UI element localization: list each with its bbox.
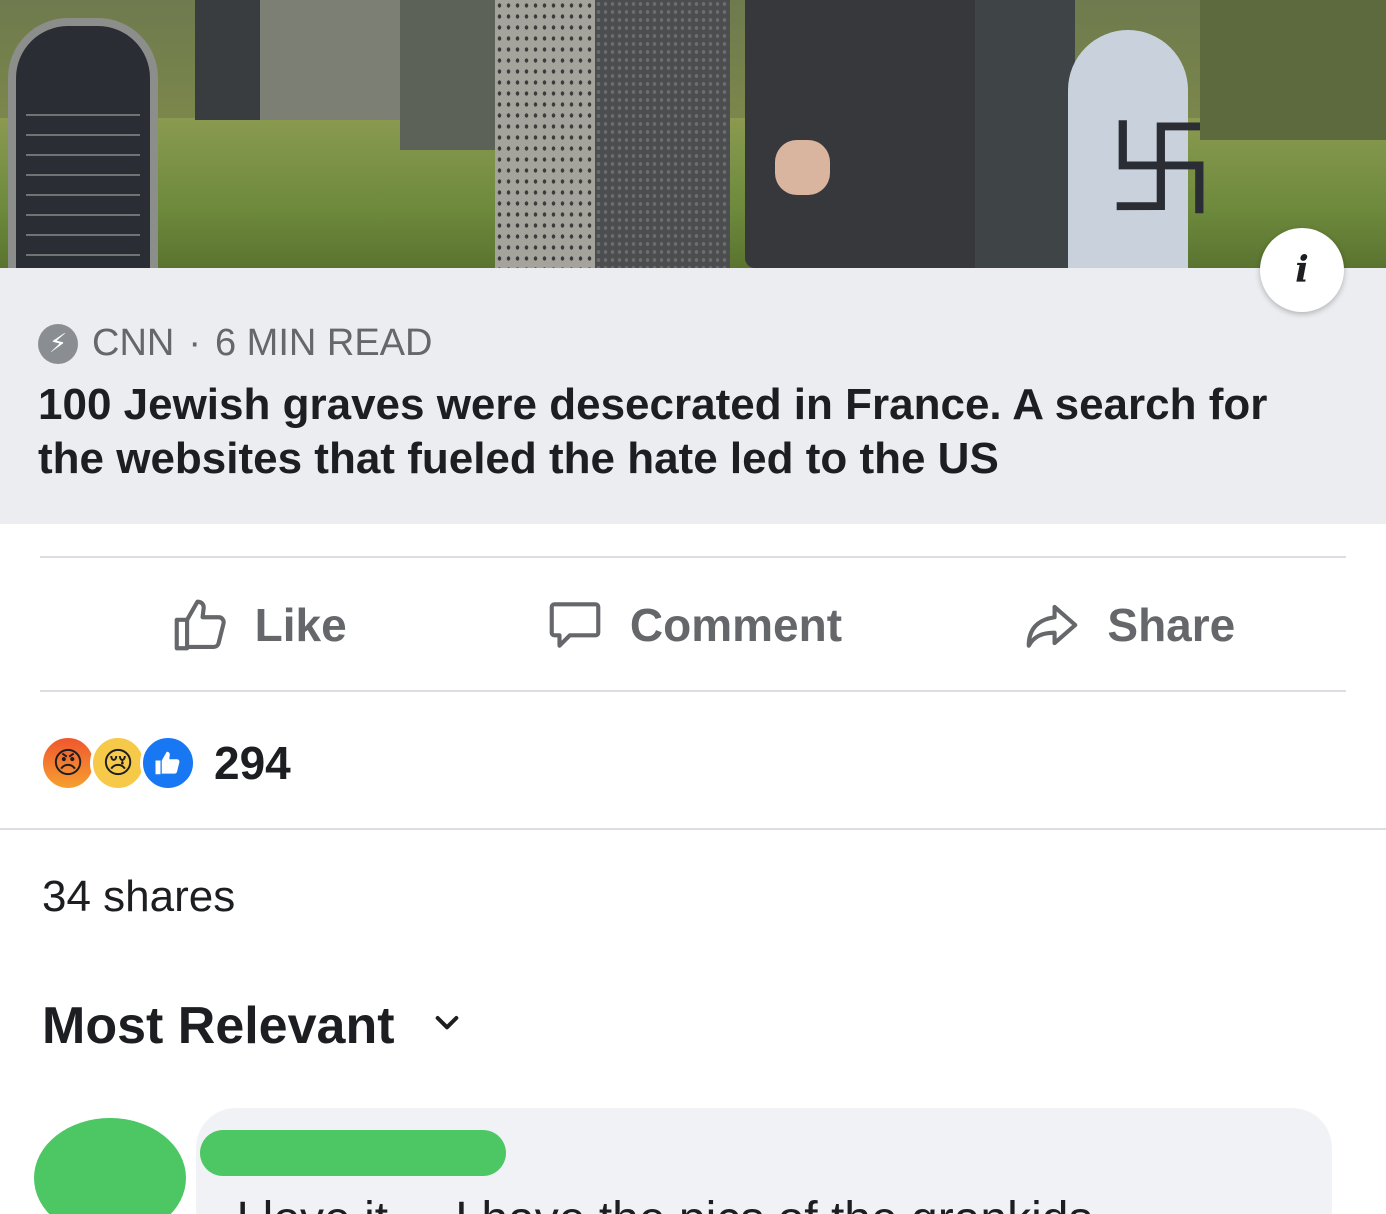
gravestone-dark <box>595 0 730 268</box>
comment-button[interactable]: Comment <box>475 560 910 690</box>
reaction-count: 294 <box>214 737 291 789</box>
like-reaction-icon <box>140 735 196 791</box>
sort-label: Most Relevant <box>42 997 395 1055</box>
article-source: ⚡ CNN · 6 MIN READ <box>38 322 432 365</box>
divider <box>40 690 1346 692</box>
sad-reaction-icon: 😢 <box>90 735 146 791</box>
commenter-name-redacted[interactable] <box>200 1130 506 1176</box>
angry-reaction-icon: 😠 <box>40 735 96 791</box>
share-arrow-icon <box>1027 604 1078 648</box>
share-button[interactable]: Share <box>911 560 1346 690</box>
gravestone <box>975 0 1075 268</box>
like-button[interactable]: Like <box>40 560 475 690</box>
thumbs-up-icon <box>174 599 226 651</box>
read-time: 6 MIN READ <box>214 322 433 364</box>
source-name: CNN <box>92 322 175 364</box>
reaction-summary[interactable]: 😠 😢 294 <box>40 735 291 791</box>
gravestone-vandalized: 卐 <box>1068 30 1216 268</box>
comment-sort-dropdown[interactable]: Most Relevant <box>42 996 463 1056</box>
article-headline[interactable]: 100 Jewish graves were desecrated in Fra… <box>38 378 1328 486</box>
person-in-jacket <box>745 0 1010 268</box>
comment-label: Comment <box>629 599 843 651</box>
instant-article-bolt-icon: ⚡ <box>38 323 78 364</box>
gravestone-hebrew <box>8 18 158 268</box>
background-figure <box>1200 0 1386 140</box>
info-icon[interactable]: i <box>1260 228 1344 312</box>
divider <box>40 556 1346 558</box>
gravestone-granite <box>495 0 595 268</box>
comment-bubble: I love it ... I have the pics of the gra… <box>196 1108 1332 1214</box>
share-label: Share <box>1107 599 1236 651</box>
link-preview-image[interactable]: 卐 <box>0 0 1386 268</box>
gravestone <box>400 0 500 150</box>
action-bar: Like Comment Share <box>40 560 1346 690</box>
like-label: Like <box>254 599 347 651</box>
shares-count[interactable]: 34 shares <box>42 872 235 922</box>
commenter-avatar-redacted[interactable] <box>34 1118 186 1214</box>
chevron-down-icon <box>431 1006 463 1046</box>
comment-bubble-icon <box>549 602 601 648</box>
comment-text: I love it ... I have the pics of the gra… <box>236 1192 1092 1214</box>
divider <box>0 828 1386 830</box>
gravestone <box>260 0 400 120</box>
source-separator: · <box>188 322 201 364</box>
